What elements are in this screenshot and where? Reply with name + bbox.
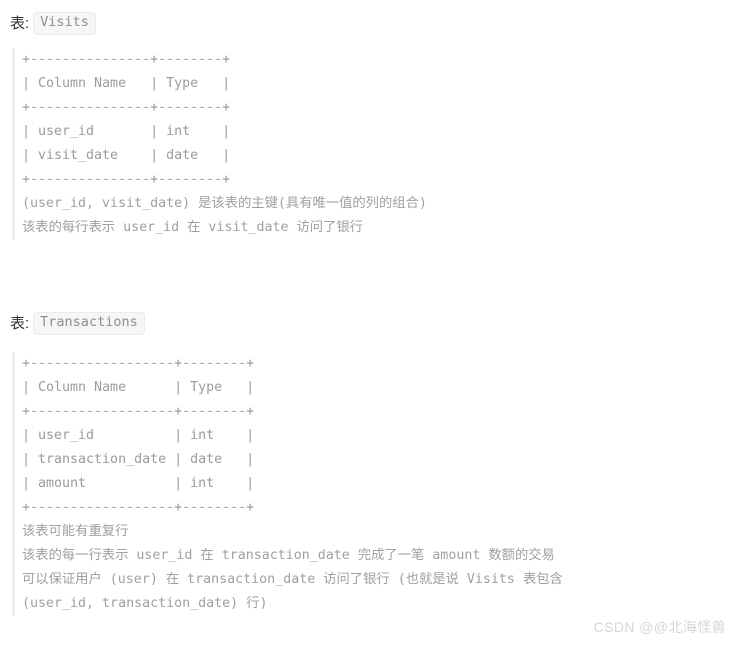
transactions-note-row-meaning: 该表的每一行表示 user_id 在 transaction_date 完成了一… — [22, 548, 555, 563]
ascii-table-transactions: +------------------+--------+ | Column N… — [22, 356, 255, 515]
transactions-note-guarantee-line2: (user_id, transaction_date) 行) — [22, 596, 268, 611]
csdn-watermark: CSDN @@北海怪兽 — [593, 619, 726, 635]
ascii-table-visits: +---------------+--------+ | Column Name… — [22, 52, 231, 187]
table-heading-visits: 表: Visits — [10, 12, 96, 35]
quote-block-transactions: +------------------+--------+ | Column N… — [0, 352, 738, 616]
quote-block-visits: +---------------+--------+ | Column Name… — [0, 48, 738, 240]
heading-label-transactions: 表: — [10, 314, 30, 332]
table-name-badge-visits: Visits — [33, 12, 96, 35]
visits-note-primary-key: (user_id, visit_date) 是该表的主键(具有唯一值的列的组合) — [22, 196, 427, 211]
visits-note-row-meaning: 该表的每行表示 user_id 在 visit_date 访问了银行 — [22, 220, 363, 235]
transactions-note-guarantee-line1: 可以保证用户 (user) 在 transaction_date 访问了银行 (… — [22, 572, 563, 587]
heading-label-visits: 表: — [10, 14, 30, 32]
table-heading-transactions: 表: Transactions — [10, 312, 145, 335]
transactions-note-duplicates: 该表可能有重复行 — [22, 524, 129, 539]
page-root: 表: Visits +---------------+--------+ | C… — [0, 0, 738, 645]
table-name-badge-transactions: Transactions — [33, 312, 145, 335]
